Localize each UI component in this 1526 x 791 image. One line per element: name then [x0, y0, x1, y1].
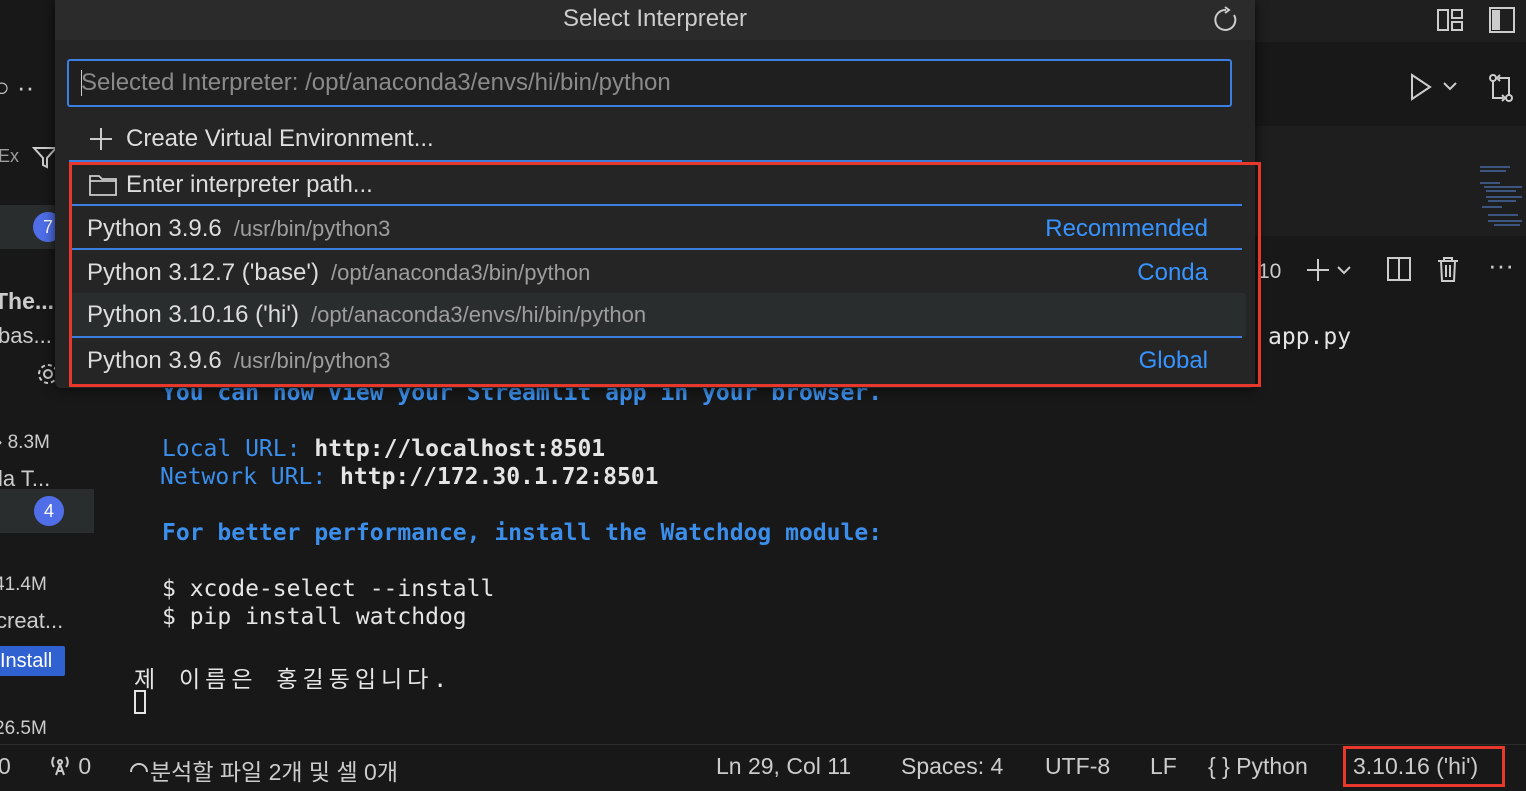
clear-filter-icon[interactable]: Ex — [0, 146, 19, 167]
terminal-line: Network URL: http://172.30.1.72:8501 — [160, 464, 659, 490]
broadcast-icon — [48, 753, 72, 777]
layout-icon[interactable] — [1436, 8, 1464, 32]
terminal-output: 제 이름은 홍길동입니다. — [134, 667, 453, 693]
download-size: 41.4M — [0, 574, 47, 595]
split-terminal-icon[interactable] — [1386, 256, 1412, 282]
analysis-status[interactable]: 분석할 파일 2개 및 셀 0개 — [128, 753, 398, 787]
highlight-box — [1343, 746, 1505, 787]
extension-title[interactable]: creat... — [0, 608, 63, 634]
language-mode[interactable]: { } Python — [1208, 753, 1308, 780]
status-bar: 0 0 분석할 파일 2개 및 셀 0개 Ln 29, Col 11 Space… — [0, 744, 1526, 791]
refresh-icon[interactable] — [1212, 6, 1240, 34]
select-interpreter-dialog: Select Interpreter Selected Interpreter:… — [55, 0, 1261, 388]
indentation[interactable]: Spaces: 4 — [901, 753, 1003, 780]
cursor-position[interactable]: Ln 29, Col 11 — [716, 753, 851, 780]
spinner-icon — [128, 760, 150, 782]
terminal-tab-fragment[interactable]: 10 — [1258, 260, 1281, 284]
encoding[interactable]: UTF-8 — [1045, 753, 1110, 780]
interpreter-search-input[interactable]: Selected Interpreter: /opt/anaconda3/env… — [67, 59, 1232, 107]
problems-count[interactable]: 0 — [0, 753, 11, 780]
download-size: › 8.3M — [0, 432, 50, 453]
extension-title[interactable]: The... — [0, 288, 54, 315]
dialog-title: Select Interpreter — [55, 0, 1255, 40]
terminal-line: For better performance, install the Watc… — [162, 520, 883, 546]
run-icon[interactable] — [1408, 72, 1434, 102]
download-size: 26.5M — [0, 718, 47, 739]
more-actions-icon[interactable]: ··· — [1488, 250, 1514, 281]
chevron-down-icon[interactable] — [1442, 80, 1458, 92]
editor-minimap — [1256, 126, 1526, 236]
braces-icon: { } — [1208, 753, 1230, 779]
terminal-line: $ pip install watchdog — [162, 604, 467, 630]
terminal-fragment: app.py — [1268, 324, 1352, 350]
compare-changes-icon[interactable] — [1486, 72, 1516, 104]
add-terminal-icon[interactable] — [1304, 256, 1332, 284]
terminal-cursor — [134, 690, 146, 714]
chevron-down-icon[interactable] — [1336, 264, 1352, 276]
toggle-sidebar-icon[interactable] — [1488, 6, 1516, 34]
more-actions-icon[interactable]: ○ ·· — [0, 72, 34, 103]
install-button[interactable]: Install — [0, 646, 65, 676]
badge-count: 4 — [34, 496, 64, 526]
plus-icon — [89, 127, 113, 151]
terminal-line: $ xcode-select --install — [162, 576, 495, 602]
terminal-line: Local URL: http://localhost:8501 — [162, 436, 606, 462]
highlight-box — [69, 162, 1261, 387]
create-virtual-environment-item[interactable]: Create Virtual Environment... — [69, 117, 1246, 161]
extension-subtitle: bas... — [0, 323, 52, 348]
trash-icon[interactable] — [1436, 255, 1460, 283]
ports-status[interactable]: 0 — [48, 753, 91, 780]
end-of-line[interactable]: LF — [1150, 753, 1177, 780]
